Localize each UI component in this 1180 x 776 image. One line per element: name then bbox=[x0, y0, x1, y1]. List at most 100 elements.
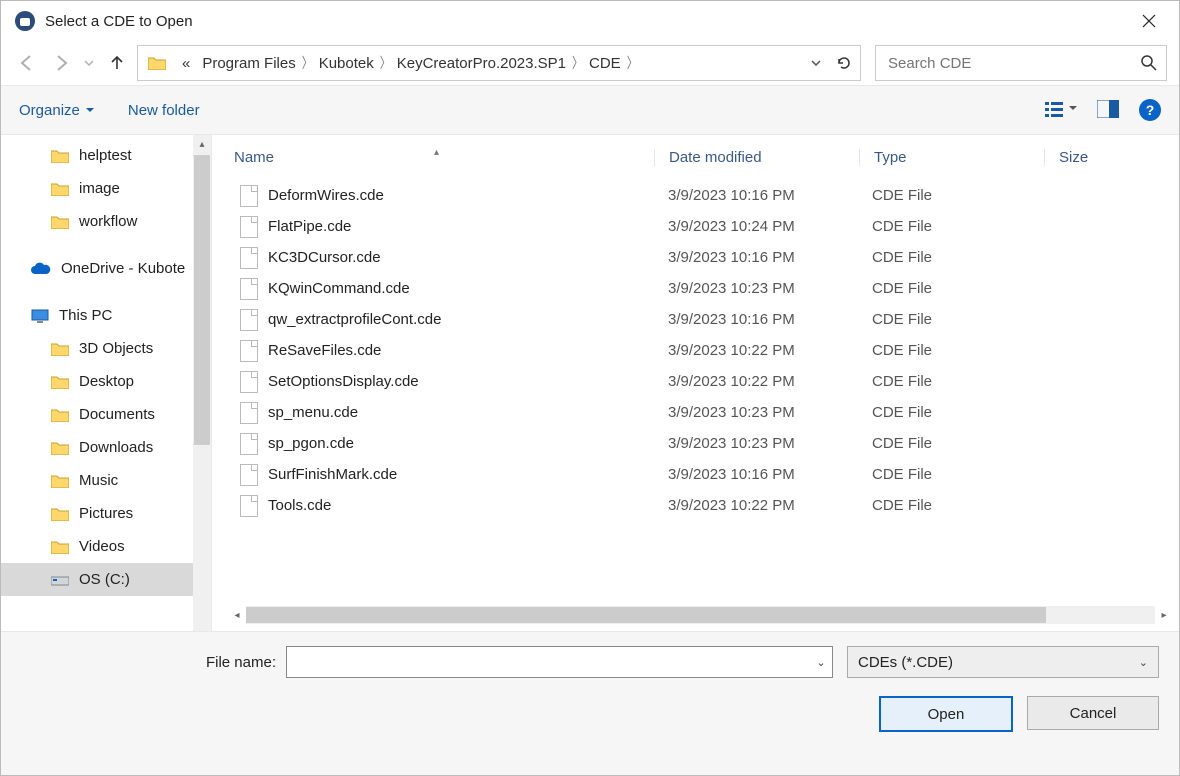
folder-icon bbox=[148, 56, 166, 70]
tree-item[interactable]: image bbox=[1, 172, 211, 205]
breadcrumb-item[interactable]: KeyCreatorPro.2023.SP1 bbox=[391, 55, 572, 72]
filetype-dropdown[interactable]: CDEs (*.CDE) ⌄ bbox=[847, 646, 1159, 678]
tree-scrollbar[interactable]: ▴ bbox=[193, 135, 211, 631]
scroll-thumb[interactable] bbox=[246, 607, 1046, 623]
column-date[interactable]: Date modified bbox=[654, 149, 859, 166]
file-date: 3/9/2023 10:16 PM bbox=[654, 187, 858, 204]
file-row[interactable]: Tools.cde3/9/2023 10:22 PMCDE File bbox=[212, 490, 1179, 521]
file-type: CDE File bbox=[858, 404, 1042, 421]
file-type: CDE File bbox=[858, 373, 1042, 390]
file-date: 3/9/2023 10:22 PM bbox=[654, 373, 858, 390]
tree-item-this-pc[interactable]: This PC bbox=[1, 299, 211, 332]
tree-item-onedrive[interactable]: OneDrive - Kubote bbox=[1, 252, 211, 285]
file-row[interactable]: SetOptionsDisplay.cde3/9/2023 10:22 PMCD… bbox=[212, 366, 1179, 397]
scroll-up-icon[interactable]: ▴ bbox=[199, 135, 204, 153]
tree-item[interactable]: 3D Objects bbox=[1, 332, 211, 365]
chevron-down-icon bbox=[811, 58, 821, 68]
back-button[interactable] bbox=[13, 49, 41, 77]
folder-icon bbox=[51, 182, 69, 196]
view-mode-button[interactable] bbox=[1045, 100, 1077, 121]
folder-icon bbox=[51, 474, 69, 488]
chevron-down-icon bbox=[84, 58, 94, 68]
file-date: 3/9/2023 10:22 PM bbox=[654, 497, 858, 514]
breadcrumb-item[interactable]: Kubotek bbox=[313, 55, 380, 72]
file-row[interactable]: sp_pgon.cde3/9/2023 10:23 PMCDE File bbox=[212, 428, 1179, 459]
folder-icon bbox=[51, 342, 69, 356]
open-button[interactable]: Open bbox=[879, 696, 1013, 732]
filename-dropdown[interactable]: ⌄ bbox=[810, 656, 832, 669]
tree-item[interactable]: Pictures bbox=[1, 497, 211, 530]
file-row[interactable]: DeformWires.cde3/9/2023 10:16 PMCDE File bbox=[212, 180, 1179, 211]
recent-dropdown[interactable] bbox=[81, 49, 97, 77]
chevron-right-icon: 〉 bbox=[572, 55, 583, 72]
tree-item[interactable]: helptest bbox=[1, 139, 211, 172]
preview-pane-button[interactable] bbox=[1097, 100, 1119, 121]
cloud-icon bbox=[31, 262, 51, 276]
preview-pane-icon bbox=[1097, 100, 1119, 118]
file-row[interactable]: KQwinCommand.cde3/9/2023 10:23 PMCDE Fil… bbox=[212, 273, 1179, 304]
filetype-label: CDEs (*.CDE) bbox=[858, 654, 953, 671]
column-headers[interactable]: Name ▴ Date modified Type Size bbox=[212, 135, 1179, 180]
tree-item-label: 3D Objects bbox=[79, 340, 153, 357]
file-row[interactable]: qw_extractprofileCont.cde3/9/2023 10:16 … bbox=[212, 304, 1179, 335]
file-open-dialog: Select a CDE to Open «Program Files〉Kubo… bbox=[0, 0, 1180, 776]
close-button[interactable] bbox=[1129, 5, 1169, 37]
search-button[interactable] bbox=[1132, 55, 1166, 71]
file-name: KC3DCursor.cde bbox=[268, 249, 381, 266]
file-list-area: Name ▴ Date modified Type Size DeformWir… bbox=[212, 135, 1179, 631]
file-row[interactable]: FlatPipe.cde3/9/2023 10:24 PMCDE File bbox=[212, 211, 1179, 242]
horizontal-scrollbar[interactable]: ◂ ▸ bbox=[228, 605, 1173, 625]
navigation-tree[interactable]: helptestimageworkflow OneDrive - Kubote Th… bbox=[1, 135, 212, 631]
refresh-button[interactable] bbox=[828, 47, 860, 79]
search-box[interactable] bbox=[875, 45, 1167, 81]
address-bar[interactable]: «Program Files〉Kubotek〉KeyCreatorPro.202… bbox=[137, 45, 861, 81]
tree-item[interactable]: Documents bbox=[1, 398, 211, 431]
file-row[interactable]: sp_menu.cde3/9/2023 10:23 PMCDE File bbox=[212, 397, 1179, 428]
column-name[interactable]: Name ▴ bbox=[234, 149, 654, 166]
file-row[interactable]: KC3DCursor.cde3/9/2023 10:16 PMCDE File bbox=[212, 242, 1179, 273]
help-button[interactable]: ? bbox=[1139, 99, 1161, 121]
tree-item[interactable]: Videos bbox=[1, 530, 211, 563]
tree-item-label: Pictures bbox=[79, 505, 133, 522]
folder-icon bbox=[51, 408, 69, 422]
tree-item[interactable]: Downloads bbox=[1, 431, 211, 464]
search-icon bbox=[1141, 55, 1157, 71]
up-button[interactable] bbox=[103, 49, 131, 77]
organize-menu[interactable]: Organize bbox=[19, 102, 94, 119]
file-date: 3/9/2023 10:22 PM bbox=[654, 342, 858, 359]
file-icon bbox=[240, 340, 258, 362]
view-details-icon bbox=[1045, 100, 1077, 118]
file-type: CDE File bbox=[858, 435, 1042, 452]
forward-button[interactable] bbox=[47, 49, 75, 77]
filename-input[interactable] bbox=[287, 654, 810, 671]
file-type: CDE File bbox=[858, 311, 1042, 328]
chevron-down-icon: ⌄ bbox=[1139, 656, 1148, 669]
tree-item-label: OS (C:) bbox=[79, 571, 130, 588]
breadcrumb-item[interactable]: Program Files bbox=[196, 55, 301, 72]
tree-item[interactable]: Desktop bbox=[1, 365, 211, 398]
new-folder-button[interactable]: New folder bbox=[128, 102, 200, 119]
filename-combobox[interactable]: ⌄ bbox=[286, 646, 833, 678]
address-dropdown[interactable] bbox=[804, 47, 828, 79]
tree-item[interactable]: OS (C:) bbox=[1, 563, 211, 596]
chevron-right-icon: 〉 bbox=[302, 55, 313, 72]
tree-item[interactable]: workflow bbox=[1, 205, 211, 238]
scroll-left-icon[interactable]: ◂ bbox=[228, 606, 246, 624]
breadcrumb-item[interactable]: CDE bbox=[583, 55, 627, 72]
file-date: 3/9/2023 10:16 PM bbox=[654, 466, 858, 483]
scroll-right-icon[interactable]: ▸ bbox=[1155, 606, 1173, 624]
column-type[interactable]: Type bbox=[859, 149, 1044, 166]
search-input[interactable] bbox=[876, 55, 1132, 72]
file-row[interactable]: ReSaveFiles.cde3/9/2023 10:22 PMCDE File bbox=[212, 335, 1179, 366]
file-row[interactable]: SurfFinishMark.cde3/9/2023 10:16 PMCDE F… bbox=[212, 459, 1179, 490]
tree-item-label: This PC bbox=[59, 307, 112, 324]
arrow-up-icon bbox=[108, 54, 126, 72]
scroll-thumb[interactable] bbox=[194, 155, 210, 445]
tree-item[interactable]: Music bbox=[1, 464, 211, 497]
breadcrumb: «Program Files〉Kubotek〉KeyCreatorPro.202… bbox=[176, 55, 804, 72]
file-icon bbox=[240, 464, 258, 486]
column-size[interactable]: Size bbox=[1044, 149, 1179, 166]
file-icon bbox=[240, 495, 258, 517]
file-icon bbox=[240, 433, 258, 455]
cancel-button[interactable]: Cancel bbox=[1027, 696, 1159, 730]
